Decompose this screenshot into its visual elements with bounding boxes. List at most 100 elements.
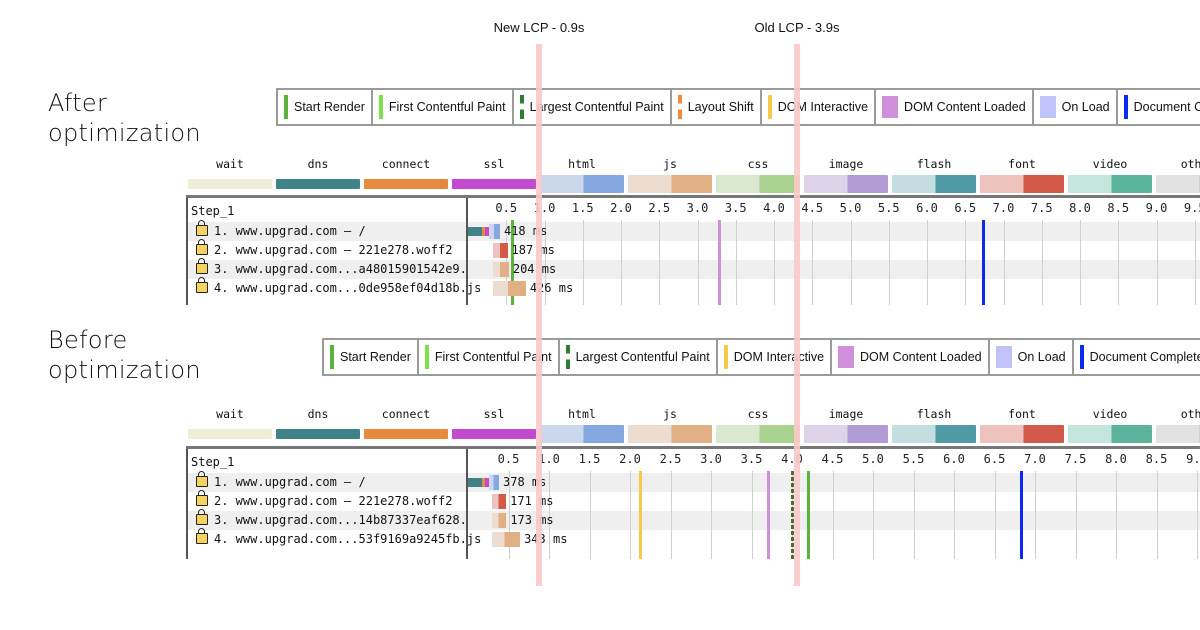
resource-type-label: other: [1180, 157, 1200, 171]
request-row[interactable]: 3. www.upgrad.com...14b87337eaf628.js: [188, 509, 481, 530]
largest-contentful-paint-swatch-icon: [565, 345, 570, 369]
request-bar-font[interactable]: [492, 494, 507, 509]
request-bar-html[interactable]: [489, 224, 500, 239]
request-bar-js[interactable]: [493, 262, 509, 277]
request-bar-js[interactable]: [492, 513, 507, 528]
gridline: [850, 220, 852, 305]
resource-type-swatch: [980, 425, 1064, 443]
resource-type-swatch: [1068, 175, 1152, 193]
tick-label: 2.0: [610, 201, 632, 215]
tick-label: 6.5: [954, 201, 977, 215]
resource-type-label: connect: [381, 157, 431, 171]
tick-label: 3.0: [686, 201, 709, 215]
request-row[interactable]: 4. www.upgrad.com...0de958ef04d18b.js: [188, 277, 481, 298]
legend-item-largest-contentful-paint: Largest Contentful Paint: [560, 340, 718, 374]
first-contentful-paint-swatch-icon: [378, 95, 383, 119]
after-title-line1: After: [48, 89, 108, 117]
lock-icon: [196, 277, 208, 293]
resource-type-other: other: [1156, 405, 1200, 443]
resource-type-html: html: [540, 405, 624, 443]
legend-label: First Contentful Paint: [388, 100, 506, 114]
chart-row-backgrounds: [468, 473, 1200, 549]
lock-icon: [196, 490, 208, 506]
before-section-title: Before optimization: [48, 325, 201, 385]
resource-type-video: video: [1068, 155, 1152, 193]
legend-item-document-complete: Document Complete: [1074, 340, 1200, 374]
dom-content-loaded-marker: [717, 220, 721, 305]
resource-type-css: css: [716, 155, 800, 193]
request-bar-js[interactable]: [492, 532, 521, 547]
legend-label: Layout Shift: [687, 100, 754, 114]
legend-item-dom-content-loaded: DOM Content Loaded: [876, 90, 1034, 124]
chart-row: [468, 530, 1200, 549]
legend-item-start-render: Start Render: [278, 90, 373, 124]
after-legend: Start Render First Contentful Paint Larges…: [276, 88, 1200, 126]
request-row[interactable]: 2. www.upgrad.com – 221e278.woff2: [188, 490, 466, 511]
gridline: [659, 220, 661, 305]
document-complete-swatch-icon: [1079, 345, 1084, 369]
lock-icon: [196, 471, 208, 487]
legend-label: Largest Contentful Paint: [575, 350, 710, 364]
resource-type-swatch: [364, 179, 448, 189]
tick-label: 9.0: [1186, 452, 1200, 466]
resource-type-css: css: [716, 405, 800, 443]
tick-label: 3.0: [700, 452, 722, 466]
dom-content-loaded-marker: [766, 471, 770, 559]
tick-label: 5.5: [877, 201, 900, 215]
resource-type-image: image: [804, 155, 888, 193]
legend-label: DOM Interactive: [733, 350, 825, 364]
tick-label: 8.5: [1145, 452, 1168, 466]
resource-type-label: html: [568, 407, 596, 421]
gridline: [994, 471, 996, 559]
resource-type-label: js: [663, 157, 677, 171]
request-row[interactable]: 2. www.upgrad.com – 221e278.woff2: [188, 239, 466, 260]
resource-type-swatch: [276, 429, 360, 439]
resource-type-label: wait: [216, 157, 244, 171]
resource-type-video: video: [1068, 405, 1152, 443]
gridline: [630, 471, 631, 559]
start-render-swatch-icon: [284, 95, 288, 119]
gridline: [954, 471, 955, 559]
gridline: [1080, 220, 1081, 305]
resource-type-label: dns: [307, 157, 329, 171]
resource-type-swatch: [804, 175, 888, 193]
lock-icon: [196, 220, 208, 236]
tick-label: 6.5: [983, 452, 1006, 466]
document-complete-marker: [981, 220, 985, 305]
tick-label: 7.5: [1030, 201, 1053, 215]
after-waterfall: Step_1 1. www.upgrad.com – / 2. www.upgra…: [186, 195, 1200, 305]
resource-type-swatch: [980, 175, 1064, 193]
resource-type-flash: flash: [892, 405, 976, 443]
legend-item-layout-shift: Layout Shift: [672, 90, 762, 124]
chart-row: [468, 241, 1200, 260]
resource-type-swatch: [188, 429, 272, 439]
request-duration: 187 ms: [511, 243, 555, 257]
request-bar-font[interactable]: [493, 243, 508, 258]
resource-type-wait: wait: [188, 155, 272, 193]
document-complete-swatch-icon: [1123, 95, 1128, 119]
resource-type-swatch: [1156, 175, 1200, 193]
resource-type-label: video: [1092, 157, 1128, 171]
resource-type-label: js: [663, 407, 677, 421]
request-row[interactable]: 1. www.upgrad.com – /: [188, 471, 466, 492]
resource-type-js: js: [628, 155, 712, 193]
request-row[interactable]: 4. www.upgrad.com...53f9169a9245fb.js: [188, 528, 481, 549]
timeline-chart: 0.5 1.0 1.5 2.0 2.5 3.0 3.5 4.0 4.5 5.0 5.5 6.0 6.5 7…: [468, 198, 1200, 305]
resource-type-label: image: [828, 407, 864, 421]
request-bar-html[interactable]: [489, 475, 499, 490]
gridline: [711, 471, 712, 559]
resource-type-swatch: [716, 175, 800, 193]
tick-label: 1.5: [571, 201, 594, 215]
legend-label: Document Complete: [1133, 100, 1200, 114]
request-row[interactable]: 3. www.upgrad.com...a48015901542e9.js: [188, 258, 481, 279]
legend-item-on-load: On Load: [1034, 90, 1118, 124]
resource-type-label: wait: [216, 407, 244, 421]
tick-label: 4.5: [821, 452, 844, 466]
before-title-line2: optimization: [48, 356, 201, 384]
request-label: 2. www.upgrad.com – 221e278.woff2: [214, 243, 453, 257]
resource-type-label: other: [1180, 407, 1200, 421]
legend-label: Start Render: [340, 350, 411, 364]
resource-type-swatch: [188, 179, 272, 189]
request-bar-js[interactable]: [493, 281, 526, 296]
request-row[interactable]: 1. www.upgrad.com – /: [188, 220, 466, 241]
